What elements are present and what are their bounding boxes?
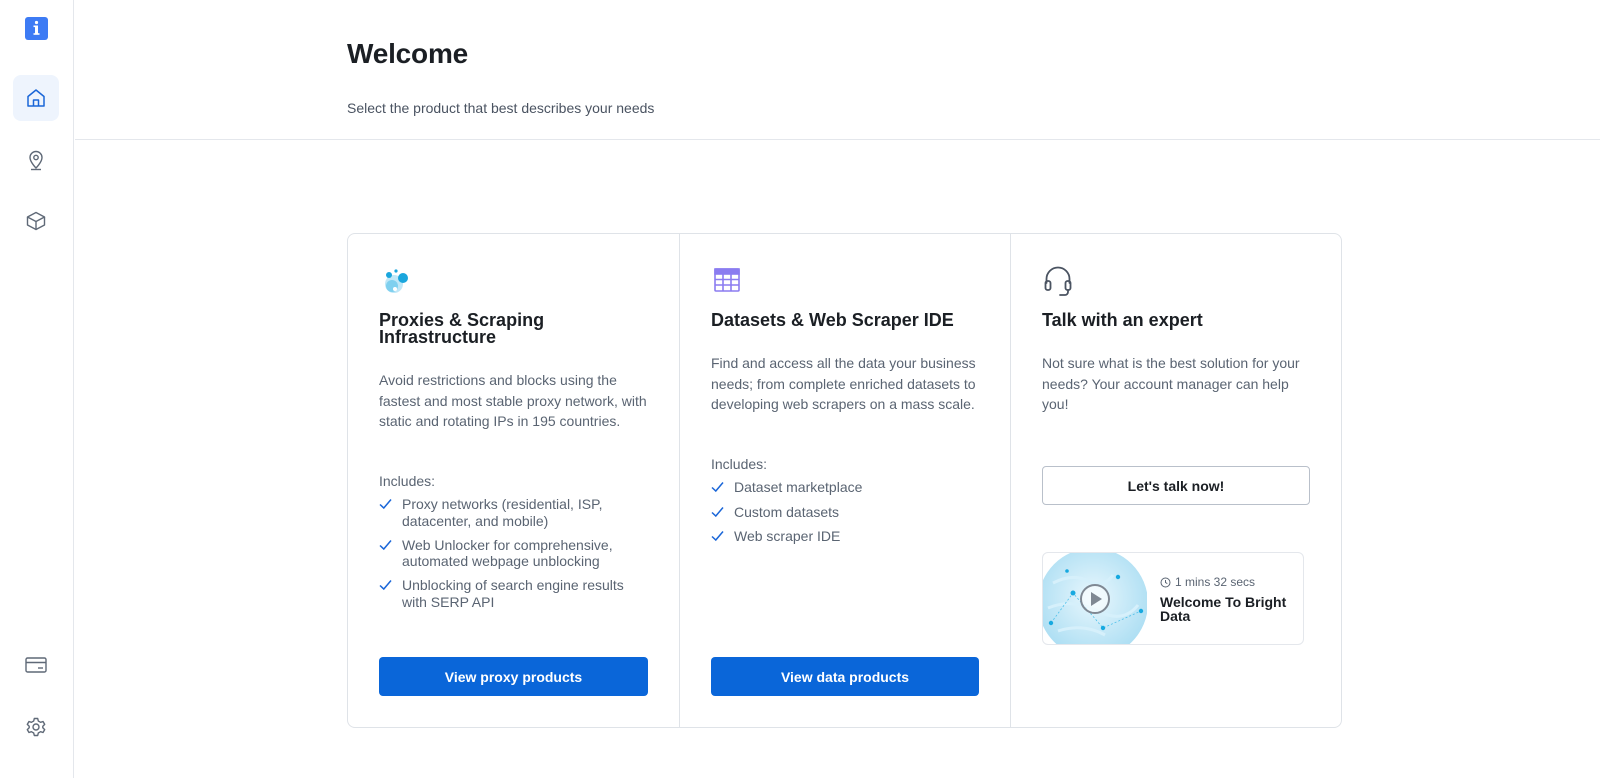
sidebar-item-locations[interactable] — [13, 137, 59, 183]
check-icon — [379, 580, 392, 591]
location-pin-icon — [25, 149, 47, 171]
clock-icon — [1160, 577, 1171, 587]
proxy-bubbles-icon — [379, 264, 413, 298]
list-item-label: Dataset marketplace — [734, 479, 863, 495]
list-item-label: Web Unlocker for comprehensive, automate… — [402, 536, 613, 570]
sidebar — [0, 0, 74, 778]
card-description: Avoid restrictions and blocks using the … — [379, 372, 647, 429]
product-cards: Proxies & Scraping Infrastructure Avoid … — [347, 233, 1342, 728]
video-thumbnail — [1043, 553, 1147, 644]
sidebar-item-products[interactable] — [13, 198, 59, 244]
sidebar-item-billing[interactable] — [13, 642, 59, 688]
table-grid-icon — [711, 264, 745, 298]
video-title: Welcome To Bright Data — [1160, 594, 1287, 624]
list-item-label: Custom datasets — [734, 503, 840, 520]
video-duration-label: 1 mins 32 secs — [1175, 575, 1256, 589]
list-item: Unblocking of search engine results with… — [379, 577, 649, 610]
check-icon — [379, 539, 392, 550]
home-icon — [25, 87, 47, 109]
proxies-card: Proxies & Scraping Infrastructure Avoid … — [348, 234, 679, 727]
card-title: Proxies & Scraping Infrastructure — [379, 310, 545, 347]
info-icon[interactable] — [25, 17, 48, 40]
datasets-card: Datasets & Web Scraper IDE Find and acce… — [679, 234, 1010, 727]
check-icon — [711, 531, 724, 542]
list-item: Custom datasets — [711, 504, 981, 521]
card-description: Find and access all the data your busine… — [711, 355, 976, 412]
layers-icon — [25, 210, 47, 232]
view-proxy-products-button[interactable]: View proxy products — [379, 657, 648, 696]
list-item: Web Unlocker for comprehensive, automate… — [379, 537, 649, 570]
page-subtitle: Select the product that best describes y… — [347, 100, 655, 116]
list-item-label: Unblocking of search engine results with… — [402, 577, 624, 610]
list-item-label: Proxy networks (residential, ISP, datace… — [402, 496, 603, 529]
card-title: Datasets & Web Scraper IDE — [711, 310, 954, 330]
view-data-products-button[interactable]: View data products — [711, 657, 979, 696]
credit-card-icon — [24, 654, 48, 676]
card-description: Not sure what is the best solution for y… — [1042, 355, 1300, 412]
check-icon — [711, 482, 724, 493]
sidebar-item-settings[interactable] — [13, 704, 59, 750]
list-item: Dataset marketplace — [711, 479, 981, 496]
page-title: Welcome — [347, 38, 469, 69]
includes-label: Includes: — [711, 456, 768, 472]
headset-icon — [1042, 264, 1076, 298]
sidebar-item-home[interactable] — [13, 75, 59, 121]
video-duration: 1 mins 32 secs — [1160, 575, 1255, 589]
check-icon — [379, 499, 392, 510]
check-icon — [711, 506, 724, 517]
card-title: Talk with an expert — [1042, 310, 1203, 330]
includes-list: Proxy networks (residential, ISP, datace… — [379, 496, 649, 618]
list-item: Web scraper IDE — [711, 528, 981, 545]
expert-card: Talk with an expert Not sure what is the… — [1010, 234, 1341, 727]
video-card[interactable]: 1 mins 32 secs Welcome To Bright Data — [1042, 552, 1304, 645]
page-header: Welcome Select the product that best des… — [75, 0, 1600, 140]
gear-icon — [25, 716, 47, 738]
lets-talk-button[interactable]: Let's talk now! — [1042, 466, 1310, 505]
list-item-label: Web scraper IDE — [734, 528, 841, 544]
includes-list: Dataset marketplace Custom datasets Web … — [711, 479, 981, 553]
list-item: Proxy networks (residential, ISP, datace… — [379, 496, 649, 529]
includes-label: Includes: — [379, 473, 436, 489]
